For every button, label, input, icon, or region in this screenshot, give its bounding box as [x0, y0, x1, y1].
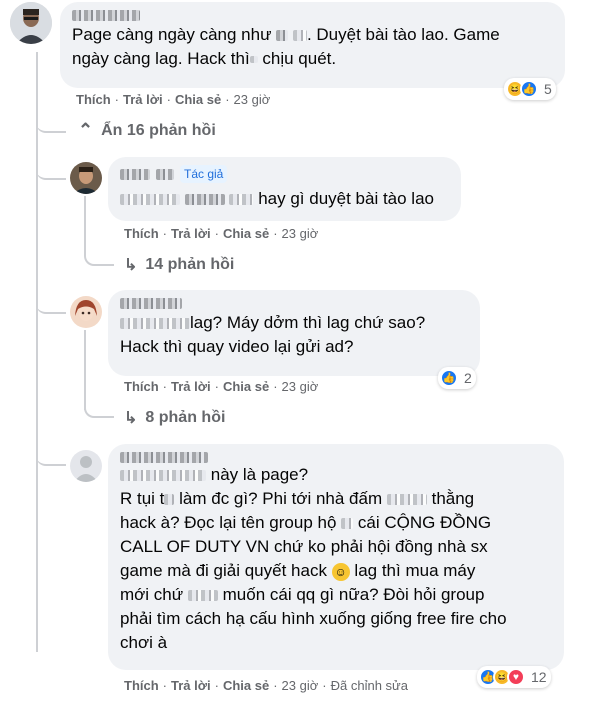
separator: ·	[166, 92, 171, 107]
comment-bubble: Page càng ngày càng như . Duyệt bài tào …	[60, 2, 565, 88]
thread-curve-reply1	[36, 150, 66, 180]
comment-actions: Thích · Trả lời · Chia sẻ · 23 giờ	[124, 379, 318, 394]
avatar[interactable]	[70, 162, 102, 194]
thread-curve-reply3	[36, 440, 66, 466]
comment-text: này là page? R tụi t làm đc gì? Phi tới …	[120, 465, 507, 652]
separator: ·	[322, 678, 327, 693]
thread-line-main	[36, 52, 38, 652]
thread-curve-reply1-more	[84, 238, 114, 266]
timestamp[interactable]: 23 giờ	[282, 379, 319, 394]
author-name[interactable]	[120, 298, 468, 309]
like-button[interactable]: Thích	[124, 678, 159, 693]
smile-emoji-icon: ☺	[331, 562, 350, 581]
author-badge: Tác giả	[180, 165, 228, 183]
reaction-count: 12	[531, 669, 547, 685]
reaction-summary[interactable]: 👍 😆 ♥ 12	[477, 666, 551, 688]
like-button[interactable]: Thích	[124, 379, 159, 394]
reply-button[interactable]: Trả lời	[171, 226, 211, 241]
separator: ·	[273, 678, 278, 693]
author-name[interactable]: Tác giả	[120, 165, 449, 183]
view-replies-label: 8 phản hồi	[145, 409, 226, 426]
comment-bubble: lag? Máy dởm thì lag chứ sao? Hack thì q…	[108, 290, 480, 376]
view-replies-button[interactable]: ↳ 14 phản hồi	[124, 255, 234, 275]
view-replies-button[interactable]: ↳ 8 phản hồi	[124, 408, 225, 428]
separator: ·	[214, 379, 219, 394]
like-icon: 👍	[440, 369, 458, 387]
edited-label[interactable]: Đã chỉnh sửa	[331, 678, 408, 693]
avatar[interactable]	[10, 2, 52, 44]
comment-actions: Thích · Trả lời · Chia sẻ · 23 giờ	[76, 92, 270, 107]
chevron-up-icon: ⌃	[78, 120, 94, 140]
comment-text: Page càng ngày càng như . Duyệt bài tào …	[72, 25, 500, 68]
timestamp[interactable]: 23 giờ	[282, 678, 319, 693]
comment-text: lag? Máy dởm thì lag chứ sao? Hack thì q…	[120, 313, 426, 356]
author-name[interactable]	[72, 10, 553, 21]
comment-text: hay gì duyệt bài tào lao	[120, 187, 449, 211]
reaction-summary[interactable]: 😆 👍 5	[504, 78, 556, 100]
separator: ·	[162, 226, 168, 241]
thread-curve-reply2	[36, 286, 66, 314]
avatar[interactable]	[70, 296, 102, 328]
separator: ·	[273, 379, 278, 394]
share-button[interactable]: Chia sẻ	[175, 92, 221, 107]
reaction-count: 2	[464, 370, 472, 386]
like-button[interactable]: Thích	[76, 92, 111, 107]
view-replies-label: 14 phản hồi	[145, 256, 235, 273]
thread-curve-hide	[36, 115, 66, 133]
like-button[interactable]: Thích	[124, 226, 159, 241]
share-button[interactable]: Chia sẻ	[223, 226, 269, 241]
separator: ·	[162, 379, 168, 394]
like-icon: 👍	[520, 80, 538, 98]
separator: ·	[114, 92, 120, 107]
share-button[interactable]: Chia sẻ	[223, 379, 269, 394]
thread-curve-reply2-more	[84, 392, 114, 418]
comment-bubble: Tác giả hay gì duyệt bài tào lao	[108, 157, 461, 221]
timestamp[interactable]: 23 giờ	[234, 92, 271, 107]
comment-actions: Thích · Trả lời · Chia sẻ · 23 giờ	[124, 226, 318, 241]
comment-bubble: này là page? R tụi t làm đc gì? Phi tới …	[108, 444, 564, 670]
separator: ·	[225, 92, 230, 107]
hide-replies-button[interactable]: ⌃ Ẩn 16 phản hồi	[78, 120, 216, 141]
reply-arrow-icon: ↳	[124, 410, 138, 427]
reply-arrow-icon: ↳	[124, 257, 138, 274]
separator: ·	[214, 678, 219, 693]
reply-button[interactable]: Trả lời	[123, 92, 163, 107]
separator: ·	[273, 226, 278, 241]
separator: ·	[162, 678, 168, 693]
reaction-summary[interactable]: 👍 2	[438, 367, 476, 389]
comment-actions: Thích · Trả lời · Chia sẻ · 23 giờ · Đã …	[124, 678, 408, 693]
avatar[interactable]	[70, 450, 102, 482]
share-button[interactable]: Chia sẻ	[223, 678, 269, 693]
love-icon: ♥	[507, 668, 525, 686]
reaction-count: 5	[544, 81, 552, 97]
hide-replies-label: Ẩn 16 phản hồi	[101, 121, 216, 139]
author-name[interactable]	[120, 452, 552, 463]
separator: ·	[214, 226, 219, 241]
reply-button[interactable]: Trả lời	[171, 678, 211, 693]
timestamp[interactable]: 23 giờ	[282, 226, 319, 241]
reply-button[interactable]: Trả lời	[171, 379, 211, 394]
